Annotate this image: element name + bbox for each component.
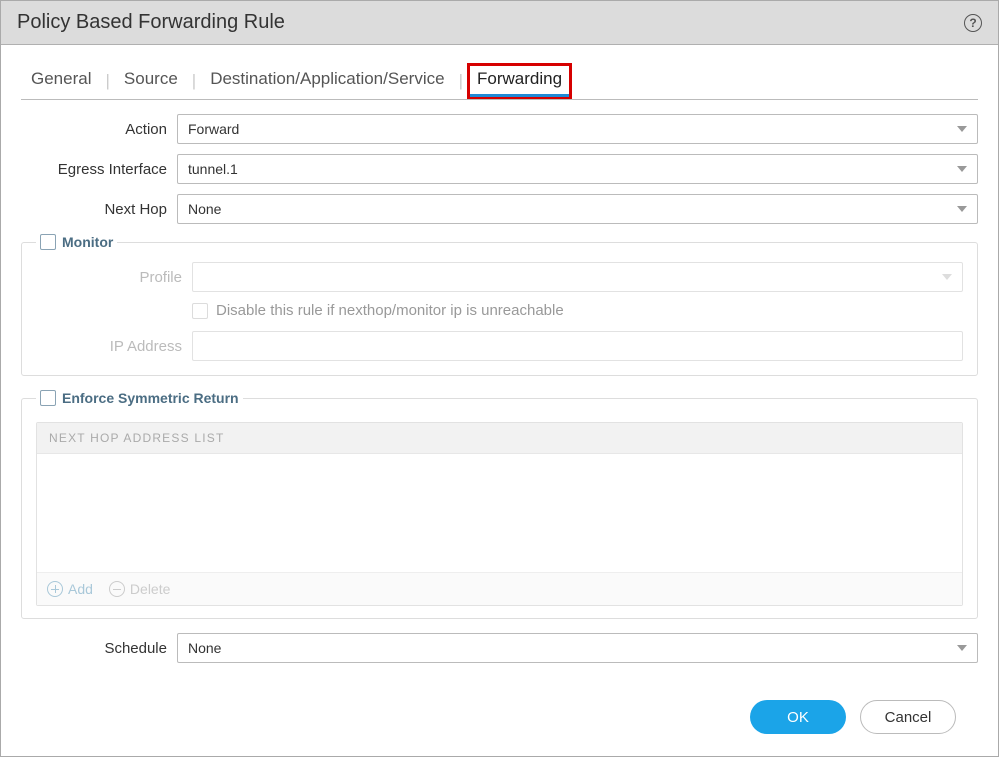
legend-monitor-label: Monitor bbox=[62, 234, 113, 250]
tab-separator: | bbox=[101, 71, 113, 91]
checkbox-disable-rule bbox=[192, 303, 208, 319]
plus-circle-icon bbox=[47, 581, 63, 597]
row-schedule: Schedule None bbox=[21, 633, 978, 663]
select-schedule-value: None bbox=[188, 640, 221, 656]
group-symmetric-return: Enforce Symmetric Return NEXT HOP ADDRES… bbox=[21, 390, 978, 619]
select-monitor-profile bbox=[192, 262, 963, 292]
delete-button: Delete bbox=[109, 581, 170, 597]
dialog-footer: OK Cancel bbox=[21, 680, 978, 756]
row-next-hop: Next Hop None bbox=[21, 194, 978, 224]
add-button[interactable]: Add bbox=[47, 581, 93, 597]
dialog-body: General | Source | Destination/Applicati… bbox=[1, 45, 998, 756]
label-schedule: Schedule bbox=[21, 640, 177, 657]
select-schedule[interactable]: None bbox=[177, 633, 978, 663]
chevron-down-icon bbox=[957, 206, 967, 212]
label-monitor-profile: Profile bbox=[36, 269, 192, 286]
select-action-value: Forward bbox=[188, 121, 239, 137]
form-area: Action Forward Egress Interface tunnel.1… bbox=[21, 114, 978, 673]
row-action: Action Forward bbox=[21, 114, 978, 144]
chevron-down-icon bbox=[957, 126, 967, 132]
next-hop-list-header: NEXT HOP ADDRESS LIST bbox=[37, 423, 962, 454]
cancel-button[interactable]: Cancel bbox=[860, 700, 956, 734]
dialog-header: Policy Based Forwarding Rule ? bbox=[1, 1, 998, 45]
dialog-title: Policy Based Forwarding Rule bbox=[17, 11, 285, 34]
next-hop-list-body bbox=[37, 454, 962, 572]
tab-separator: | bbox=[188, 71, 200, 91]
select-action[interactable]: Forward bbox=[177, 114, 978, 144]
legend-symmetric-return: Enforce Symmetric Return bbox=[36, 390, 243, 406]
label-disable-rule: Disable this rule if nexthop/monitor ip … bbox=[216, 302, 564, 319]
row-egress-interface: Egress Interface tunnel.1 bbox=[21, 154, 978, 184]
pbf-rule-dialog: Policy Based Forwarding Rule ? General |… bbox=[0, 0, 999, 757]
select-egress-interface[interactable]: tunnel.1 bbox=[177, 154, 978, 184]
delete-button-label: Delete bbox=[130, 581, 170, 597]
checkbox-monitor[interactable] bbox=[40, 234, 56, 250]
add-button-label: Add bbox=[68, 581, 93, 597]
legend-symmetric-label: Enforce Symmetric Return bbox=[62, 390, 239, 406]
row-monitor-ip: IP Address bbox=[36, 331, 963, 361]
select-nexthop-value: None bbox=[188, 201, 221, 217]
tab-forwarding[interactable]: Forwarding bbox=[467, 63, 572, 99]
tab-bar: General | Source | Destination/Applicati… bbox=[21, 63, 978, 100]
label-egress-interface: Egress Interface bbox=[21, 161, 177, 178]
label-next-hop: Next Hop bbox=[21, 201, 177, 218]
tab-general[interactable]: General bbox=[21, 63, 101, 99]
tab-source[interactable]: Source bbox=[114, 63, 188, 99]
tab-separator: | bbox=[455, 71, 467, 91]
checkbox-symmetric-return[interactable] bbox=[40, 390, 56, 406]
chevron-down-icon bbox=[957, 166, 967, 172]
legend-monitor: Monitor bbox=[36, 234, 117, 250]
help-icon[interactable]: ? bbox=[964, 14, 982, 32]
input-monitor-ip bbox=[192, 331, 963, 361]
chevron-down-icon bbox=[957, 645, 967, 651]
chevron-down-icon bbox=[942, 274, 952, 280]
select-egress-value: tunnel.1 bbox=[188, 161, 238, 177]
minus-circle-icon bbox=[109, 581, 125, 597]
ok-button[interactable]: OK bbox=[750, 700, 846, 734]
select-next-hop[interactable]: None bbox=[177, 194, 978, 224]
label-monitor-ip: IP Address bbox=[36, 338, 192, 355]
tab-destination-application-service[interactable]: Destination/Application/Service bbox=[200, 63, 454, 99]
row-disable-rule: Disable this rule if nexthop/monitor ip … bbox=[192, 302, 963, 319]
row-monitor-profile: Profile bbox=[36, 262, 963, 292]
label-action: Action bbox=[21, 121, 177, 138]
next-hop-list-toolbar: Add Delete bbox=[37, 572, 962, 605]
next-hop-address-list: NEXT HOP ADDRESS LIST Add Delete bbox=[36, 422, 963, 606]
group-monitor: Monitor Profile Disable this rule if nex… bbox=[21, 234, 978, 376]
